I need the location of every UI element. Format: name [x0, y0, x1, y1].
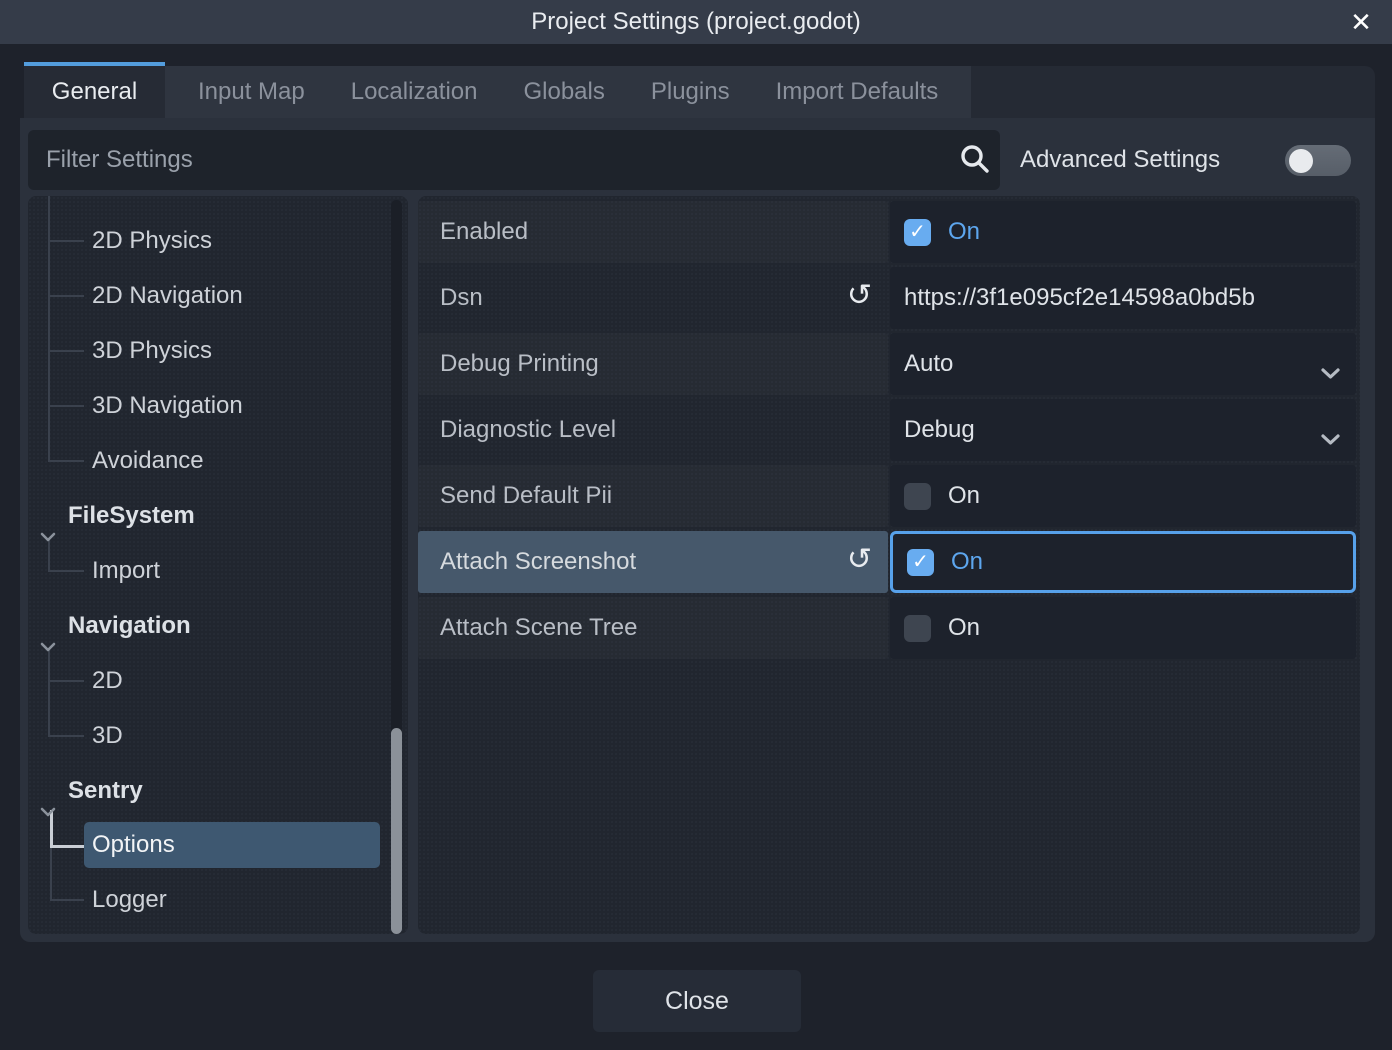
attach-scene-tree-checkbox[interactable] [904, 615, 931, 642]
diagnostic-level-dropdown[interactable]: Debug [890, 399, 1356, 461]
search-icon [958, 142, 992, 181]
tab-bar: General Input Map Localization Globals P… [24, 62, 971, 118]
dropdown-value: Debug [904, 416, 975, 444]
send-default-pii-checkbox[interactable] [904, 483, 931, 510]
sidebar-section-navigation[interactable]: Navigation [28, 603, 408, 649]
close-icon[interactable]: ✕ [1344, 5, 1378, 39]
project-settings-dialog: Project Settings (project.godot) ✕ Gener… [0, 0, 1392, 1050]
setting-value-cell: On [890, 597, 1356, 659]
setting-value-cell: On [890, 465, 1356, 527]
sidebar-item-2d-navigation[interactable]: 2D Navigation [28, 273, 408, 319]
setting-row-attach-screenshot: Attach Screenshot ↺ ✓ On [418, 531, 1360, 593]
sidebar-item-options[interactable]: Options [28, 822, 408, 868]
check-icon: ✓ [909, 222, 926, 242]
setting-value-cell-focused: ✓ On [890, 531, 1356, 593]
setting-row-diagnostic-level: Diagnostic Level Debug [418, 399, 1360, 461]
setting-value-cell: ✓ On [890, 201, 1356, 263]
main-panel: Advanced Settings 2D Physics [20, 118, 1375, 942]
title-bar: Project Settings (project.godot) ✕ [0, 0, 1392, 44]
advanced-settings-toggle[interactable] [1285, 145, 1351, 176]
sidebar-section-filesystem[interactable]: FileSystem [28, 493, 408, 539]
tab-import-defaults[interactable]: Import Defaults [753, 66, 962, 118]
setting-label: Diagnostic Level [418, 399, 888, 461]
checkbox-state-label: On [948, 482, 980, 510]
sidebar-item-2d[interactable]: 2D [28, 658, 408, 704]
check-icon: ✓ [912, 552, 929, 572]
chevron-down-icon [1321, 425, 1340, 453]
tab-input-map[interactable]: Input Map [175, 66, 328, 118]
setting-label: Enabled [418, 201, 888, 263]
setting-row-attach-scene-tree: Attach Scene Tree On [418, 597, 1360, 659]
tab-globals[interactable]: Globals [500, 66, 627, 118]
setting-row-enabled: Enabled ✓ On [418, 201, 1360, 263]
sidebar-item-3d[interactable]: 3D [28, 713, 408, 759]
tab-plugins[interactable]: Plugins [628, 66, 753, 118]
revert-icon[interactable]: ↺ [847, 545, 872, 575]
setting-label: Attach Screenshot ↺ [418, 531, 888, 593]
enabled-checkbox[interactable]: ✓ [904, 219, 931, 246]
dropdown-value: Auto [904, 350, 953, 378]
sidebar-item-logger[interactable]: Logger [28, 877, 408, 923]
dsn-input[interactable] [904, 284, 1342, 312]
setting-label: Debug Printing [418, 333, 888, 395]
filter-settings-input[interactable] [28, 130, 1000, 190]
setting-value-cell [890, 267, 1356, 329]
sidebar-item-3d-navigation[interactable]: 3D Navigation [28, 383, 408, 429]
settings-tree-sidebar: 2D Physics 2D Navigation 3D Physics 3D N… [28, 196, 408, 934]
setting-label: Dsn ↺ [418, 267, 888, 329]
checkbox-state-label: On [948, 218, 980, 246]
sidebar-section-sentry[interactable]: Sentry [28, 768, 408, 814]
tab-general[interactable]: General [24, 62, 165, 118]
revert-icon[interactable]: ↺ [847, 281, 872, 311]
setting-row-send-default-pii: Send Default Pii On [418, 465, 1360, 527]
setting-label: Send Default Pii [418, 465, 888, 527]
settings-content: Enabled ✓ On Dsn ↺ [418, 196, 1360, 934]
chevron-down-icon [1321, 359, 1340, 387]
tab-localization[interactable]: Localization [328, 66, 501, 118]
toggle-knob [1289, 149, 1313, 173]
attach-screenshot-checkbox[interactable]: ✓ [907, 549, 934, 576]
setting-row-dsn: Dsn ↺ [418, 267, 1360, 329]
sidebar-item-2d-physics[interactable]: 2D Physics [28, 218, 408, 264]
setting-row-debug-printing: Debug Printing Auto [418, 333, 1360, 395]
sidebar-scrollbar-thumb[interactable] [391, 728, 402, 934]
close-button[interactable]: Close [593, 970, 801, 1032]
setting-label: Attach Scene Tree [418, 597, 888, 659]
debug-printing-dropdown[interactable]: Auto [890, 333, 1356, 395]
advanced-settings-label: Advanced Settings [1020, 130, 1220, 190]
dialog-title: Project Settings (project.godot) [0, 0, 1392, 44]
sidebar-item-avoidance[interactable]: Avoidance [28, 438, 408, 484]
checkbox-state-label: On [948, 614, 980, 642]
tab-strip: Input Map Localization Globals Plugins I… [165, 66, 971, 118]
checkbox-state-label: On [951, 548, 983, 576]
sidebar-item-3d-physics[interactable]: 3D Physics [28, 328, 408, 374]
sidebar-item-import[interactable]: Import [28, 548, 408, 594]
